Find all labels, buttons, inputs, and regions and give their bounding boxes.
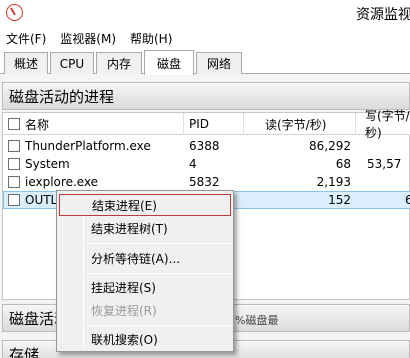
tab-network[interactable]: 网络 <box>196 52 242 74</box>
menu-item-resume-process[interactable]: 恢复进程(R) <box>59 299 231 321</box>
process-read: 68 <box>335 157 351 171</box>
tab-cpu[interactable]: CPU <box>50 52 94 74</box>
table-header: 名称 PID 读(字节/秒) 写(字节/秒) <box>3 109 410 140</box>
process-pid: 5832 <box>189 175 220 189</box>
menu-item-suspend-process[interactable]: 挂起进程(S) <box>59 276 231 298</box>
tab-disk[interactable]: 磁盘 <box>144 50 194 75</box>
process-pid: 4 <box>189 157 197 171</box>
window-title: 资源监视 <box>356 7 410 23</box>
table-row[interactable]: iexplore.exe 5832 2,193 <box>3 173 410 191</box>
tab-strip: 概述 CPU 内存 磁盘 网络 <box>0 50 410 75</box>
table-row[interactable]: ThunderPlatform.exe 6388 86,292 <box>3 137 410 155</box>
menu-item-search-online[interactable]: 联机搜索(O) <box>59 328 231 350</box>
tab-overview[interactable]: 概述 <box>4 52 48 74</box>
disk-max-label: %磁盘最 <box>235 314 279 327</box>
table-row[interactable]: System 4 68 53,57 <box>3 155 410 173</box>
column-header-name[interactable]: 名称 <box>25 113 175 135</box>
menu-separator <box>87 273 231 274</box>
column-header-read[interactable]: 读(字节/秒) <box>265 113 355 135</box>
process-write: 6 <box>405 193 410 207</box>
menu-monitor[interactable]: 监视器(M) <box>60 30 116 47</box>
process-read: 2,193 <box>316 175 351 189</box>
process-name: System <box>25 157 70 171</box>
menu-item-end-process[interactable]: 结束进程(E) <box>59 194 231 216</box>
process-read: 86,292 <box>309 139 351 153</box>
menu-bar: 文件(F) 监视器(M) 帮助(H) <box>0 28 410 48</box>
resource-monitor-icon <box>6 4 23 21</box>
process-name: iexplore.exe <box>25 175 99 189</box>
menu-item-analyze-wait-chain[interactable]: 分析等待链(A)... <box>59 247 231 269</box>
process-write: 53,57 <box>367 157 402 171</box>
row-checkbox[interactable] <box>8 176 20 188</box>
process-name: ThunderPlatform.exe <box>25 139 151 153</box>
row-checkbox[interactable] <box>8 194 20 206</box>
row-checkbox[interactable] <box>8 140 20 152</box>
column-header-pid[interactable]: PID <box>189 113 239 135</box>
tab-memory[interactable]: 内存 <box>96 52 142 74</box>
process-read: 152 <box>328 193 351 207</box>
title-bar: 资源监视 <box>0 0 410 26</box>
row-checkbox[interactable] <box>8 158 20 170</box>
process-write <box>355 137 410 155</box>
process-context-menu: 结束进程(E) 结束进程树(T) 分析等待链(A)... 挂起进程(S) 恢复进… <box>56 190 234 352</box>
menu-separator <box>87 243 231 244</box>
section-title: 磁盘活动的进程 <box>9 87 115 106</box>
menu-file[interactable]: 文件(F) <box>6 30 46 47</box>
menu-separator <box>87 325 231 326</box>
select-all-checkbox[interactable] <box>8 118 20 130</box>
menu-help[interactable]: 帮助(H) <box>130 30 172 47</box>
process-write <box>355 173 410 191</box>
section-title: 存储 <box>9 346 40 358</box>
process-pid: 6388 <box>189 139 220 153</box>
menu-item-end-process-tree[interactable]: 结束进程树(T) <box>59 217 231 239</box>
disk-processes-section-header[interactable]: 磁盘活动的进程 <box>2 82 410 110</box>
column-header-write[interactable]: 写(字节/秒) <box>365 109 410 140</box>
